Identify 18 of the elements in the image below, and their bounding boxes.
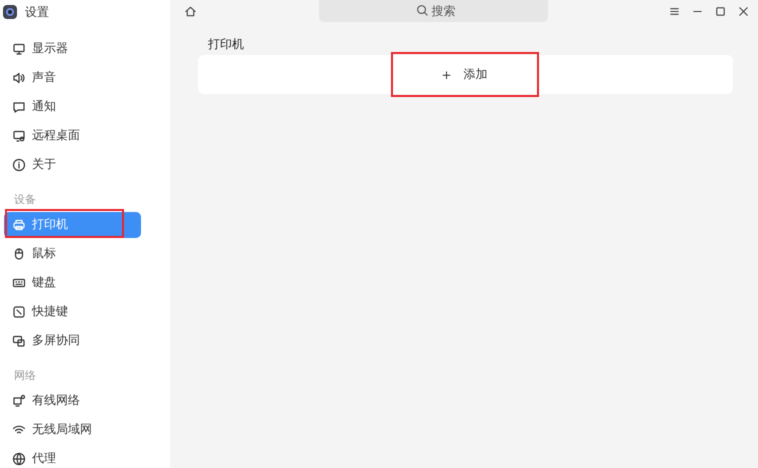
sidebar-item[interactable]: 快捷键 [4, 298, 141, 324]
sidebar-item[interactable]: 有线网络 [4, 388, 141, 414]
search-field[interactable]: 搜索 [319, 0, 548, 22]
section-header: 设备 [14, 192, 36, 207]
section-heading: 打印机 [208, 36, 244, 52]
sidebar-item[interactable]: 通知 [4, 94, 141, 120]
sidebar-item[interactable]: 声音 [4, 64, 141, 90]
sidebar-item[interactable]: 关于 [4, 152, 141, 178]
add-button[interactable]: + 添加 [391, 55, 538, 94]
sidebar-item[interactable]: 代理 [4, 446, 141, 468]
sidebar-item[interactable]: 鼠标 [4, 240, 141, 266]
sidebar-item[interactable]: 键盘 [4, 270, 141, 296]
sidebar-item[interactable]: 远程桌面 [4, 122, 141, 148]
section-header: 网络 [14, 368, 36, 383]
sidebar-item[interactable]: 多屏协同 [4, 328, 141, 354]
sidebar-item[interactable]: 显示器 [4, 36, 141, 62]
window-title: 设置 [25, 4, 49, 20]
sidebar-item[interactable]: 无线局域网 [4, 416, 141, 442]
